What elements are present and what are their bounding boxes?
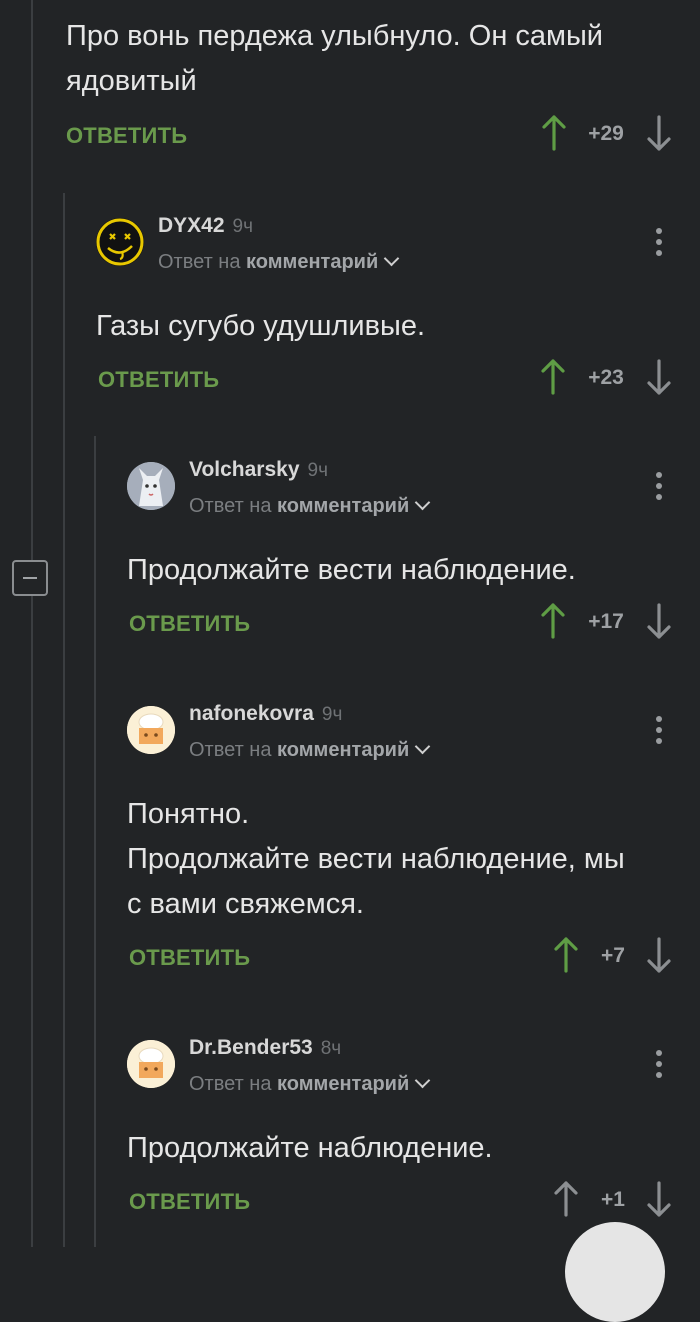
reply-button[interactable]: ОТВЕТИТЬ <box>98 367 219 393</box>
downvote-arrow-icon[interactable] <box>646 937 672 973</box>
comment-text: Газы сугубо удушливые. <box>96 310 426 342</box>
timestamp: 9ч <box>307 460 328 481</box>
thread-line-level-2 <box>63 193 65 1247</box>
rating-value: +7 <box>601 944 625 967</box>
chevron-down-icon <box>383 250 400 267</box>
comment-actions: ОТВЕТИТЬ +29 <box>66 115 686 155</box>
floating-action-button[interactable] <box>565 1222 665 1322</box>
chevron-down-icon <box>414 1072 431 1089</box>
comment-top: Про вонь пердежа улыбнуло. Он самый ядов… <box>66 0 686 160</box>
username[interactable]: Volcharsky 9ч <box>189 458 328 482</box>
timestamp: 9ч <box>321 704 343 725</box>
avatar[interactable] <box>127 706 175 754</box>
thread-line-level-3 <box>94 436 96 1247</box>
rating-value: +23 <box>588 366 624 389</box>
more-options-icon[interactable] <box>656 716 662 746</box>
comment-text: Понятно. Продолжайте вести наблюдение, м… <box>127 798 625 920</box>
reply-button[interactable]: ОТВЕТИТЬ <box>129 1189 250 1215</box>
comment-volcharsky: Volcharsky 9ч Ответ на комментарий Продол… <box>127 458 687 647</box>
upvote-arrow-icon[interactable] <box>540 603 566 639</box>
avatar[interactable] <box>127 462 175 510</box>
comment-drbender53: Dr.Bender53 8ч Ответ на комментарий Продо… <box>127 1036 687 1225</box>
collapse-thread-button[interactable] <box>12 560 48 596</box>
reply-to-link[interactable]: Ответ на комментарий <box>158 250 400 274</box>
reply-to-link[interactable]: Ответ на комментарий <box>189 738 431 762</box>
rating-value: +1 <box>601 1188 625 1211</box>
comment-text: Про вонь пердежа улыбнуло. Он самый ядов… <box>66 20 603 97</box>
more-options-icon[interactable] <box>656 1050 662 1080</box>
reply-button[interactable]: ОТВЕТИТЬ <box>66 123 187 149</box>
reply-to-link[interactable]: Ответ на комментарий <box>189 494 431 518</box>
username[interactable]: nafonekovra 9ч <box>189 702 342 726</box>
comment-text: Продолжайте вести наблюдение. <box>127 554 576 586</box>
comment-text: Продолжайте наблюдение. <box>127 1132 493 1164</box>
downvote-arrow-icon[interactable] <box>646 1181 672 1217</box>
comment-actions: ОТВЕТИТЬ +23 <box>96 359 686 399</box>
rating-value: +17 <box>588 610 624 633</box>
comment-actions: ОТВЕТИТЬ +17 <box>127 603 687 643</box>
smiley-avatar-icon <box>96 218 144 266</box>
upvote-arrow-icon[interactable] <box>540 359 566 395</box>
reply-button[interactable]: ОТВЕТИТЬ <box>129 611 250 637</box>
upvote-arrow-icon[interactable] <box>541 115 567 151</box>
username[interactable]: Dr.Bender53 8ч <box>189 1036 341 1060</box>
more-options-icon[interactable] <box>656 472 662 502</box>
thread-line-level-1 <box>31 0 33 1247</box>
upvote-arrow-icon[interactable] <box>553 1181 579 1217</box>
chef-avatar-icon <box>127 1040 175 1088</box>
downvote-arrow-icon[interactable] <box>646 115 672 151</box>
comment-nafonekovra: nafonekovra 9ч Ответ на комментарий Понят… <box>127 702 687 981</box>
reply-button[interactable]: ОТВЕТИТЬ <box>129 945 250 971</box>
more-options-icon[interactable] <box>656 228 662 258</box>
rating-value: +29 <box>588 122 624 145</box>
chef-avatar-icon <box>127 706 175 754</box>
timestamp: 8ч <box>320 1038 342 1059</box>
wolf-avatar-icon <box>127 462 175 510</box>
chevron-down-icon <box>414 494 431 511</box>
timestamp: 9ч <box>232 216 254 237</box>
avatar[interactable] <box>127 1040 175 1088</box>
reply-to-link[interactable]: Ответ на комментарий <box>189 1072 431 1096</box>
downvote-arrow-icon[interactable] <box>646 603 672 639</box>
avatar[interactable] <box>96 218 144 266</box>
comment-actions: ОТВЕТИТЬ +7 <box>127 937 687 977</box>
downvote-arrow-icon[interactable] <box>646 359 672 395</box>
comment-dyx42: DYX42 9ч Ответ на комментарий Газы сугубо… <box>96 214 686 403</box>
comment-actions: ОТВЕТИТЬ +1 <box>127 1181 687 1221</box>
upvote-arrow-icon[interactable] <box>553 937 579 973</box>
chevron-down-icon <box>414 738 431 755</box>
username[interactable]: DYX42 9ч <box>158 214 253 238</box>
